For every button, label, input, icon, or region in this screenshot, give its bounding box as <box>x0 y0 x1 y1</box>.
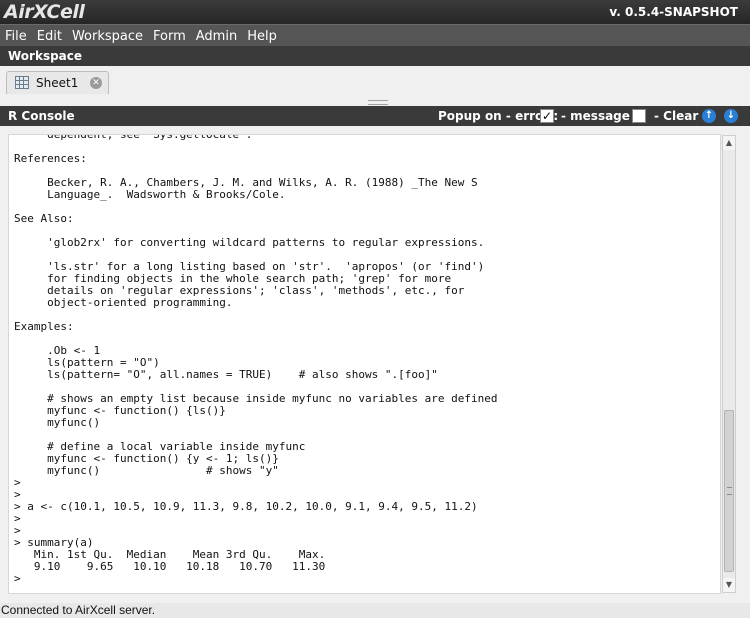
tab-sheet1[interactable]: Sheet1 ✕ <box>6 71 109 94</box>
console-output[interactable]: dependent, see 'Sys.getlocale'. Referenc… <box>8 134 721 594</box>
menu-edit[interactable]: Edit <box>32 26 67 48</box>
console-line: 9.10 9.65 10.10 10.18 10.70 11.30 <box>14 560 332 573</box>
menu-help[interactable]: Help <box>242 26 282 48</box>
close-icon[interactable]: ✕ <box>90 77 102 89</box>
error-checkbox[interactable]: ✓ <box>540 109 554 123</box>
console-line: object-oriented programming. <box>14 296 233 309</box>
workspace-header: Workspace <box>0 46 750 66</box>
menu-form[interactable]: Form <box>148 26 191 48</box>
console-line: myfunc() # shows "y" <box>14 464 279 477</box>
splitter-grip-icon[interactable] <box>368 100 388 105</box>
title-bar: AirXCell v. 0.5.4-SNAPSHOT <box>0 0 750 24</box>
scroll-up-button[interactable]: ▲ <box>723 136 735 150</box>
console-output-text: dependent, see 'Sys.getlocale'. Referenc… <box>14 134 497 585</box>
tab-bar: Sheet1 ✕ <box>0 66 750 99</box>
console-line: ls(pattern= "O", all.names = TRUE) # als… <box>14 368 438 381</box>
message-checkbox[interactable] <box>632 109 646 123</box>
tab-label: Sheet1 <box>36 76 79 90</box>
scrollbar-thumb[interactable] <box>724 410 734 572</box>
version-label: v. 0.5.4-SNAPSHOT <box>609 5 738 19</box>
console-line: > a <- c(10.1, 10.5, 10.9, 11.3, 9.8, 10… <box>14 500 478 513</box>
menu-bar: File Edit Workspace Form Admin Help <box>0 24 750 47</box>
arrow-down-icon[interactable]: ↓ <box>724 109 738 123</box>
arrow-up-icon[interactable]: ↑ <box>702 109 716 123</box>
panel-splitter[interactable] <box>0 98 750 106</box>
console-line: Examples: <box>14 320 74 333</box>
console-line: dependent, see 'Sys.getlocale'. <box>14 134 253 141</box>
console-line: See Also: <box>14 212 74 225</box>
console-scrollbar[interactable]: ▲ ▼ <box>722 135 736 593</box>
console-panel: dependent, see 'Sys.getlocale'. Referenc… <box>0 126 750 603</box>
console-line: 'glob2rx' for converting wildcard patter… <box>14 236 485 249</box>
menu-admin[interactable]: Admin <box>191 26 242 48</box>
console-title: R Console <box>8 109 75 123</box>
console-line: myfunc() <box>14 416 101 429</box>
spreadsheet-icon <box>15 76 29 89</box>
message-label: - message : <box>561 109 639 123</box>
app-logo: AirXCell <box>4 1 85 23</box>
menu-file[interactable]: File <box>0 26 32 48</box>
menu-workspace[interactable]: Workspace <box>67 26 148 48</box>
console-header: R Console Popup on - error : ✓ - message… <box>0 106 750 126</box>
console-line: > <box>14 572 21 585</box>
clear-button[interactable]: - Clear <box>654 106 698 126</box>
console-line: References: <box>14 152 87 165</box>
status-bar: Connected to AirXcell server. <box>0 603 750 618</box>
scroll-down-button[interactable]: ▼ <box>723 578 735 592</box>
thumb-grip-icon <box>727 487 732 495</box>
console-line: Language_. Wadsworth & Brooks/Cole. <box>14 188 286 201</box>
